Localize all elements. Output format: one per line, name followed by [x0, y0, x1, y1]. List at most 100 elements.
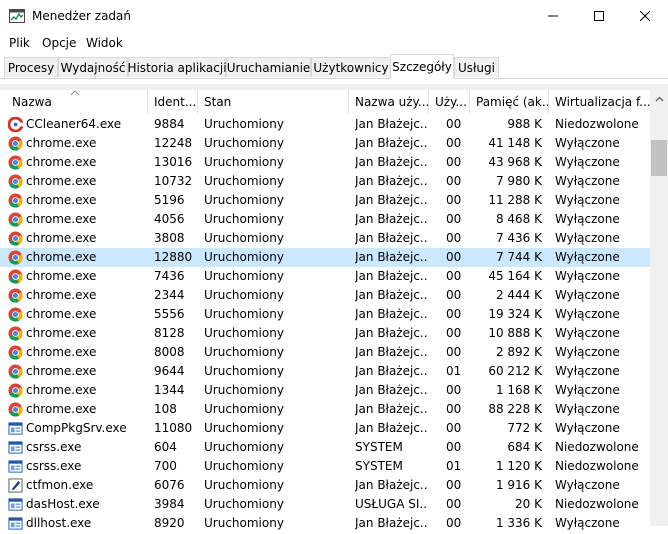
- tab-procesy[interactable]: Procesy: [4, 57, 58, 77]
- column-header-virtualization[interactable]: Wirtualizacja f...: [549, 90, 650, 114]
- table-row[interactable]: chrome.exe 2344 Uruchomiony Jan Błażejc... 0…: [0, 286, 650, 305]
- cell-pid: 7436: [154, 269, 185, 283]
- chrome-icon: [8, 326, 23, 341]
- window-app-icon: [8, 516, 23, 531]
- tab-uslugi[interactable]: Usługi: [454, 57, 499, 77]
- column-header-status[interactable]: Stan: [198, 90, 349, 114]
- cell-mem: 2 892 K: [495, 345, 542, 359]
- cell-user: SYSTEM: [355, 440, 403, 454]
- table-row[interactable]: csrss.exe 604 Uruchomiony SYSTEM 00 684 K Nied…: [0, 438, 650, 457]
- cell-user: USŁUGA SI...: [355, 497, 427, 511]
- menu-opcje[interactable]: Opcje: [42, 36, 76, 50]
- tab-uzytkownicy[interactable]: Użytkownicy: [311, 57, 391, 77]
- table-row[interactable]: dasHost.exe 3984 Uruchomiony USŁUGA SI... 00…: [0, 495, 650, 514]
- table-row[interactable]: chrome.exe 4056 Uruchomiony Jan Błażejc... 0…: [0, 210, 650, 229]
- close-icon: [640, 11, 650, 21]
- cell-name: chrome.exe: [26, 402, 97, 416]
- column-header-name[interactable]: Nazwa: [0, 90, 148, 114]
- cell-cpu: 00: [446, 212, 462, 226]
- cell-virt: Wyłączone: [555, 269, 620, 283]
- table-row[interactable]: chrome.exe 7436 Uruchomiony Jan Błażejc... 0…: [0, 267, 650, 286]
- vertical-scrollbar[interactable]: [650, 90, 668, 526]
- table-row[interactable]: chrome.exe 10732 Uruchomiony Jan Błażejc...…: [0, 172, 650, 191]
- cell-cpu: 00: [446, 174, 462, 188]
- cell-mem: 20 K: [515, 497, 542, 511]
- cell-name: chrome.exe: [26, 155, 97, 169]
- cell-name: chrome.exe: [26, 364, 97, 378]
- menu-widok[interactable]: Widok: [86, 36, 123, 50]
- tab-uruchamianie[interactable]: Uruchamianie: [226, 57, 311, 77]
- cell-virt: Wyłączone: [555, 250, 620, 264]
- cell-user: Jan Błażejc...: [355, 326, 427, 340]
- table-row[interactable]: CCleaner64.exe 9884 Uruchomiony Jan Błażejc…: [0, 115, 650, 134]
- chrome-icon: [8, 212, 23, 227]
- cell-pid: 8008: [154, 345, 185, 359]
- cell-name: chrome.exe: [26, 288, 97, 302]
- chrome-icon: [8, 250, 23, 265]
- cell-cpu: 01: [446, 364, 462, 378]
- cell-user: Jan Błażejc...: [355, 288, 427, 302]
- scroll-up-button[interactable]: [650, 90, 668, 107]
- table-row[interactable]: CompPkgSrv.exe 11080 Uruchomiony Jan Błażej…: [0, 419, 650, 438]
- maximize-button[interactable]: [576, 0, 622, 32]
- table-row[interactable]: chrome.exe 8128 Uruchomiony Jan Błażejc... 0…: [0, 324, 650, 343]
- cell-cpu: 00: [446, 402, 462, 416]
- cell-pid: 8128: [154, 326, 185, 340]
- cell-mem: 1 120 K: [495, 459, 542, 473]
- cell-name: csrss.exe: [26, 440, 82, 454]
- table-row[interactable]: chrome.exe 13016 Uruchomiony Jan Błażejc...…: [0, 153, 650, 172]
- cell-name: chrome.exe: [26, 174, 97, 188]
- menu-plik[interactable]: Plik: [9, 36, 30, 50]
- cell-mem: 43 968 K: [488, 155, 542, 169]
- cell-status: Uruchomiony: [204, 345, 284, 359]
- cell-virt: Wyłączone: [555, 288, 620, 302]
- cell-cpu: 00: [446, 345, 462, 359]
- cell-name: dllhost.exe: [26, 516, 92, 530]
- cell-status: Uruchomiony: [204, 402, 284, 416]
- cell-status: Uruchomiony: [204, 193, 284, 207]
- cell-cpu: 00: [446, 440, 462, 454]
- column-header-user[interactable]: Nazwa uży...: [349, 90, 429, 114]
- table-row[interactable]: chrome.exe 108 Uruchomiony Jan Błażejc... 00…: [0, 400, 650, 419]
- table-row[interactable]: chrome.exe 8008 Uruchomiony Jan Błażejc... 0…: [0, 343, 650, 362]
- cell-status: Uruchomiony: [204, 478, 284, 492]
- cell-cpu: 00: [446, 250, 462, 264]
- table-row[interactable]: chrome.exe 1344 Uruchomiony Jan Błażejc... 0…: [0, 381, 650, 400]
- table-row[interactable]: chrome.exe 12248 Uruchomiony Jan Błażejc...…: [0, 134, 650, 153]
- cell-user: Jan Błażejc...: [355, 516, 427, 530]
- table-row[interactable]: chrome.exe 5556 Uruchomiony Jan Błażejc... 0…: [0, 305, 650, 324]
- close-button[interactable]: [622, 0, 668, 32]
- table-row[interactable]: chrome.exe 12880 Uruchomiony Jan Błażejc...…: [0, 248, 650, 267]
- cell-cpu: 00: [446, 421, 462, 435]
- cell-virt: Wyłączone: [555, 212, 620, 226]
- tab-szczegoly[interactable]: Szczegóły: [390, 54, 454, 79]
- table-row[interactable]: chrome.exe 3808 Uruchomiony Jan Błażejc... 0…: [0, 229, 650, 248]
- table-row[interactable]: ctfmon.exe 6076 Uruchomiony Jan Błażejc... 0…: [0, 476, 650, 495]
- column-header-cpu[interactable]: Uży...: [429, 90, 470, 114]
- table-row[interactable]: csrss.exe 700 Uruchomiony SYSTEM 01 1 120 K Ni…: [0, 457, 650, 476]
- cell-name: chrome.exe: [26, 326, 97, 340]
- window-app-icon: [8, 459, 23, 474]
- table-row[interactable]: chrome.exe 5196 Uruchomiony Jan Błażejc... 0…: [0, 191, 650, 210]
- tab-wydajnosc[interactable]: Wydajność: [58, 57, 128, 77]
- cell-cpu: 00: [446, 136, 462, 150]
- cell-pid: 6076: [154, 478, 185, 492]
- cell-status: Uruchomiony: [204, 212, 284, 226]
- scroll-thumb[interactable]: [651, 140, 667, 176]
- tab-historia-aplikacji[interactable]: Historia aplikacji: [127, 57, 227, 77]
- minimize-button[interactable]: [530, 0, 576, 32]
- cell-cpu: 00: [446, 478, 462, 492]
- cell-virt: Niedozwolone: [555, 117, 639, 131]
- cell-virt: Wyłączone: [555, 174, 620, 188]
- cell-user: Jan Błażejc...: [355, 136, 427, 150]
- cell-status: Uruchomiony: [204, 383, 284, 397]
- column-header-pid[interactable]: Ident...: [148, 90, 198, 114]
- cell-cpu: 00: [446, 155, 462, 169]
- cell-cpu: 00: [446, 497, 462, 511]
- tabs-divider: [0, 78, 668, 79]
- table-row[interactable]: dllhost.exe 8920 Uruchomiony Jan Błażejc...…: [0, 514, 650, 533]
- cell-virt: Wyłączone: [555, 345, 620, 359]
- scroll-up-icon: [655, 96, 663, 101]
- table-row[interactable]: chrome.exe 9644 Uruchomiony Jan Błażejc... 0…: [0, 362, 650, 381]
- column-header-memory[interactable]: Pamięć (ak...: [470, 90, 549, 114]
